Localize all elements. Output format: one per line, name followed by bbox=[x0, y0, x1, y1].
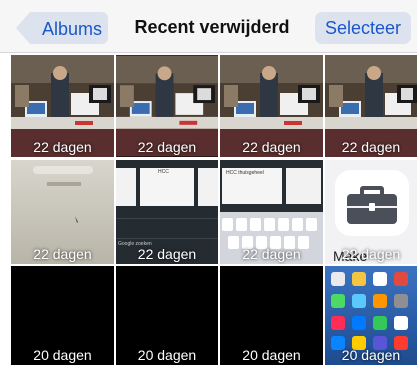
photo-thumbnail-exhibition[interactable]: 22 dagen bbox=[116, 55, 218, 157]
days-remaining-label: 20 dagen bbox=[242, 347, 301, 363]
days-remaining-label: 20 dagen bbox=[137, 347, 197, 363]
days-remaining-label: 22 dagen bbox=[242, 246, 301, 262]
photo-thumbnail-black[interactable]: 20 dagen bbox=[116, 266, 218, 365]
photo-thumbnail-exhibition[interactable]: 22 dagen bbox=[220, 55, 323, 157]
photo-thumbnail-black[interactable]: 20 dagen bbox=[11, 266, 114, 365]
days-remaining-label: 22 dagen bbox=[242, 139, 301, 155]
photo-thumbnail-exhibition[interactable]: 22 dagen bbox=[325, 55, 417, 157]
days-remaining-label: 22 dagen bbox=[33, 246, 92, 262]
photo-thumbnail-toolbox-icon[interactable]: Make 22 dagen bbox=[325, 160, 417, 264]
photos-recently-deleted-screen: Albums Recent verwijderd Selecteer 22 da… bbox=[0, 0, 417, 365]
days-remaining-label: 22 dagen bbox=[33, 139, 92, 155]
days-remaining-label: 20 dagen bbox=[33, 347, 92, 363]
photo-thumbnail-search-screenshot[interactable]: HCC Google zoeken 22 dagen bbox=[116, 160, 218, 264]
page-title: Recent verwijderd bbox=[134, 17, 290, 37]
days-remaining-label: 22 dagen bbox=[137, 139, 197, 155]
photo-thumbnail-exhibition[interactable]: 22 dagen bbox=[11, 55, 114, 157]
days-remaining-label: 20 dagen bbox=[341, 347, 401, 363]
days-remaining-label: 22 dagen bbox=[341, 139, 401, 155]
albums-back-button[interactable]: Albums bbox=[16, 12, 108, 44]
select-button[interactable]: Selecteer bbox=[315, 12, 411, 44]
photo-thumbnail-black[interactable]: 20 dagen bbox=[220, 266, 323, 365]
photo-thumbnail-keyboard-screenshot[interactable]: HCC thuisgeheel 22 dagen bbox=[220, 160, 323, 264]
search-screen-top-text: HCC bbox=[158, 169, 169, 175]
days-remaining-label: 22 dagen bbox=[341, 246, 401, 262]
keyboard-field-text: HCC thuisgeheel bbox=[226, 170, 264, 176]
photo-thumbnail-home-screen[interactable]: 20 dagen bbox=[325, 266, 417, 365]
days-remaining-label: 22 dagen bbox=[137, 246, 197, 262]
navigation-bar: Albums Recent verwijderd Selecteer bbox=[0, 0, 417, 53]
albums-back-label: Albums bbox=[42, 19, 103, 39]
photo-thumbnail-blurry-screen[interactable]: 22 dagen bbox=[11, 160, 114, 264]
photo-grid: 22 dagen 22 dagen 22 dagen 22 dagen 22 d… bbox=[0, 53, 417, 365]
